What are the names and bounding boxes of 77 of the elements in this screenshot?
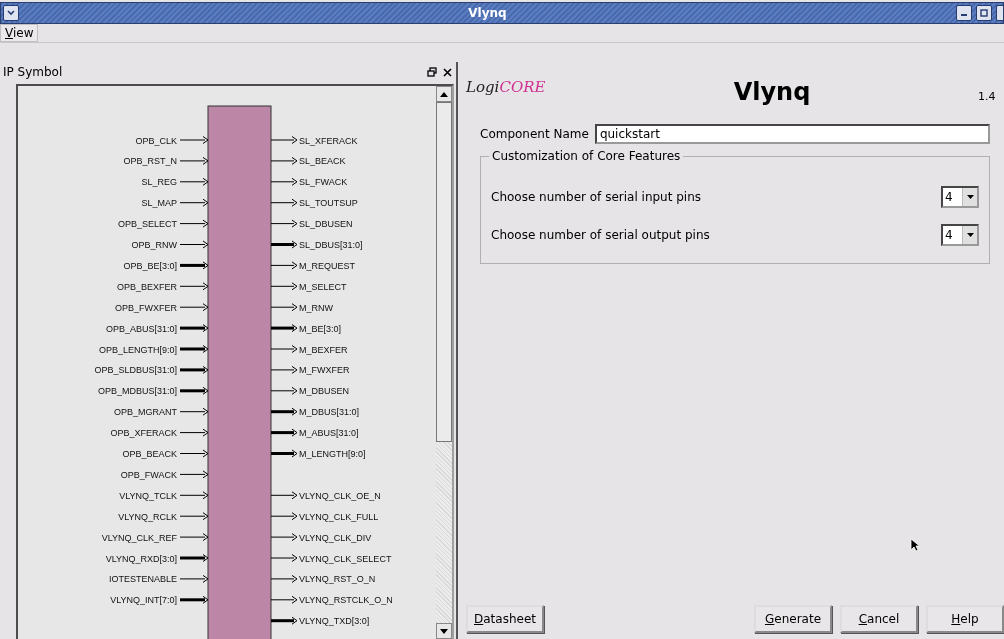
pin-label: VLYNQ_CLK_DIV [299, 532, 372, 543]
pin-label: SL_REG [141, 177, 177, 188]
pin-label: M_RNW [299, 302, 333, 313]
pin-label: OPB_RNW [131, 240, 177, 250]
dialog-button[interactable]: Datasheet [466, 605, 544, 633]
menu-item[interactable]: View [0, 24, 39, 42]
pin-label: M_FWXFER [299, 365, 350, 376]
pin-label: OPB_RST_N [123, 156, 177, 167]
panel-title: IP Symbol [3, 65, 64, 79]
minimize-button[interactable] [956, 5, 972, 21]
scrollbar[interactable] [436, 86, 452, 639]
pin-label: M_REQUEST [299, 260, 355, 271]
pin-label: OPB_SELECT [117, 219, 177, 230]
pin-label: VLYNQ_RXD[3:0] [105, 553, 177, 564]
group-title: Customization of Core Features [489, 149, 684, 163]
pin-count-dropdown[interactable]: 4 [941, 224, 979, 246]
pin-label: VLYNQ_RSTCLK_O_N [299, 595, 393, 606]
pin-label: VLYNQ_RCLK [118, 511, 177, 522]
maximize-icon [980, 9, 988, 17]
pin-label: SL_FWACK [299, 177, 348, 188]
close-icon[interactable] [443, 67, 452, 77]
pin-label: SL_BEACK [299, 156, 346, 167]
pin-label: IOTESTENABLE [108, 574, 177, 585]
option-label: Choose number of serial output pins [491, 228, 711, 242]
scroll-up-icon[interactable] [440, 91, 448, 97]
pin-label: M_LENGTH[9:0] [299, 449, 366, 459]
pin-label: M_BE[3:0] [299, 323, 342, 334]
pin-label: OPB_ABUS[31:0] [105, 323, 177, 334]
pin-label: OPB_BEXFER [116, 281, 177, 292]
pin-label: VLYNQ_CLK_REF [101, 532, 177, 543]
pin-label: M_SELECT [299, 281, 347, 292]
dialog-button[interactable]: Help [926, 605, 1004, 633]
pin-label: OPB_BE[3:0] [123, 260, 177, 271]
logo: LogiCORE [466, 78, 547, 96]
pin-label: SL_XFERACK [299, 135, 358, 146]
pin-label: SL_DBUSEN [299, 219, 353, 230]
pin-label: SL_DBUS[31:0] [299, 240, 363, 250]
core-title: Vlynq [732, 78, 812, 106]
version-label: 1.4 [978, 90, 997, 103]
caret-icon [966, 195, 974, 199]
pin-label: OPB_MGRANT [114, 407, 177, 418]
chevron-down-icon [7, 10, 15, 16]
pin-label: OPB_SLDBUS[31:0] [94, 365, 177, 376]
pin-label: OPB_CLK [135, 135, 177, 146]
dialog-button[interactable]: Generate [754, 605, 832, 633]
pin-label: VLYNQ_CLK_FULL [299, 511, 379, 522]
pin-count-dropdown[interactable]: 4 [941, 186, 979, 208]
mouse-pointer-icon [910, 538, 920, 552]
pin-label: VLYNQ_RST_O_N [299, 574, 376, 585]
undock-icon[interactable] [427, 67, 437, 77]
scroll-down-icon[interactable] [440, 628, 448, 634]
pin-label: VLYNQ_CLK_SELECT [299, 553, 392, 564]
pin-label: M_BEXFER [299, 344, 348, 355]
window-menu-button[interactable] [3, 5, 19, 21]
component-name-field[interactable]: quickstart [594, 124, 990, 144]
pin-label: M_ABUS[31:0] [299, 428, 359, 439]
option-label: Choose number of serial input pins [491, 190, 703, 204]
pin-label: OPB_LENGTH[9:0] [98, 344, 177, 355]
pin-label: VLYNQ_TXD[3:0] [299, 616, 370, 627]
caret-icon [966, 233, 974, 237]
pin-label: VLYNQ_INT[7:0] [110, 595, 177, 606]
dialog-button[interactable]: Cancel [840, 605, 918, 633]
pin-label: OPB_XFERACK [110, 428, 177, 439]
pin-label: OPB_BEACK [122, 449, 177, 459]
maximize-button[interactable] [976, 5, 992, 21]
pin-label: OPB_FWXFER [115, 302, 177, 313]
window-title: Vlynq [467, 6, 508, 20]
pin-label: OPB_FWACK [120, 469, 177, 480]
pin-label: M_DBUSEN [299, 386, 349, 397]
pin-label: M_DBUS[31:0] [299, 407, 360, 418]
field-label: Component Name [480, 127, 589, 141]
scroll-thumb[interactable] [436, 102, 452, 442]
pin-label: VLYNQ_CLK_OE_N [299, 490, 381, 501]
pin-label: SL_TOUTSUP [299, 198, 358, 209]
pin-label: SL_MAP [141, 198, 177, 209]
pin-label: OPB_MDBUS[31:0] [97, 386, 177, 397]
pin-label: VLYNQ_TCLK [119, 490, 177, 501]
